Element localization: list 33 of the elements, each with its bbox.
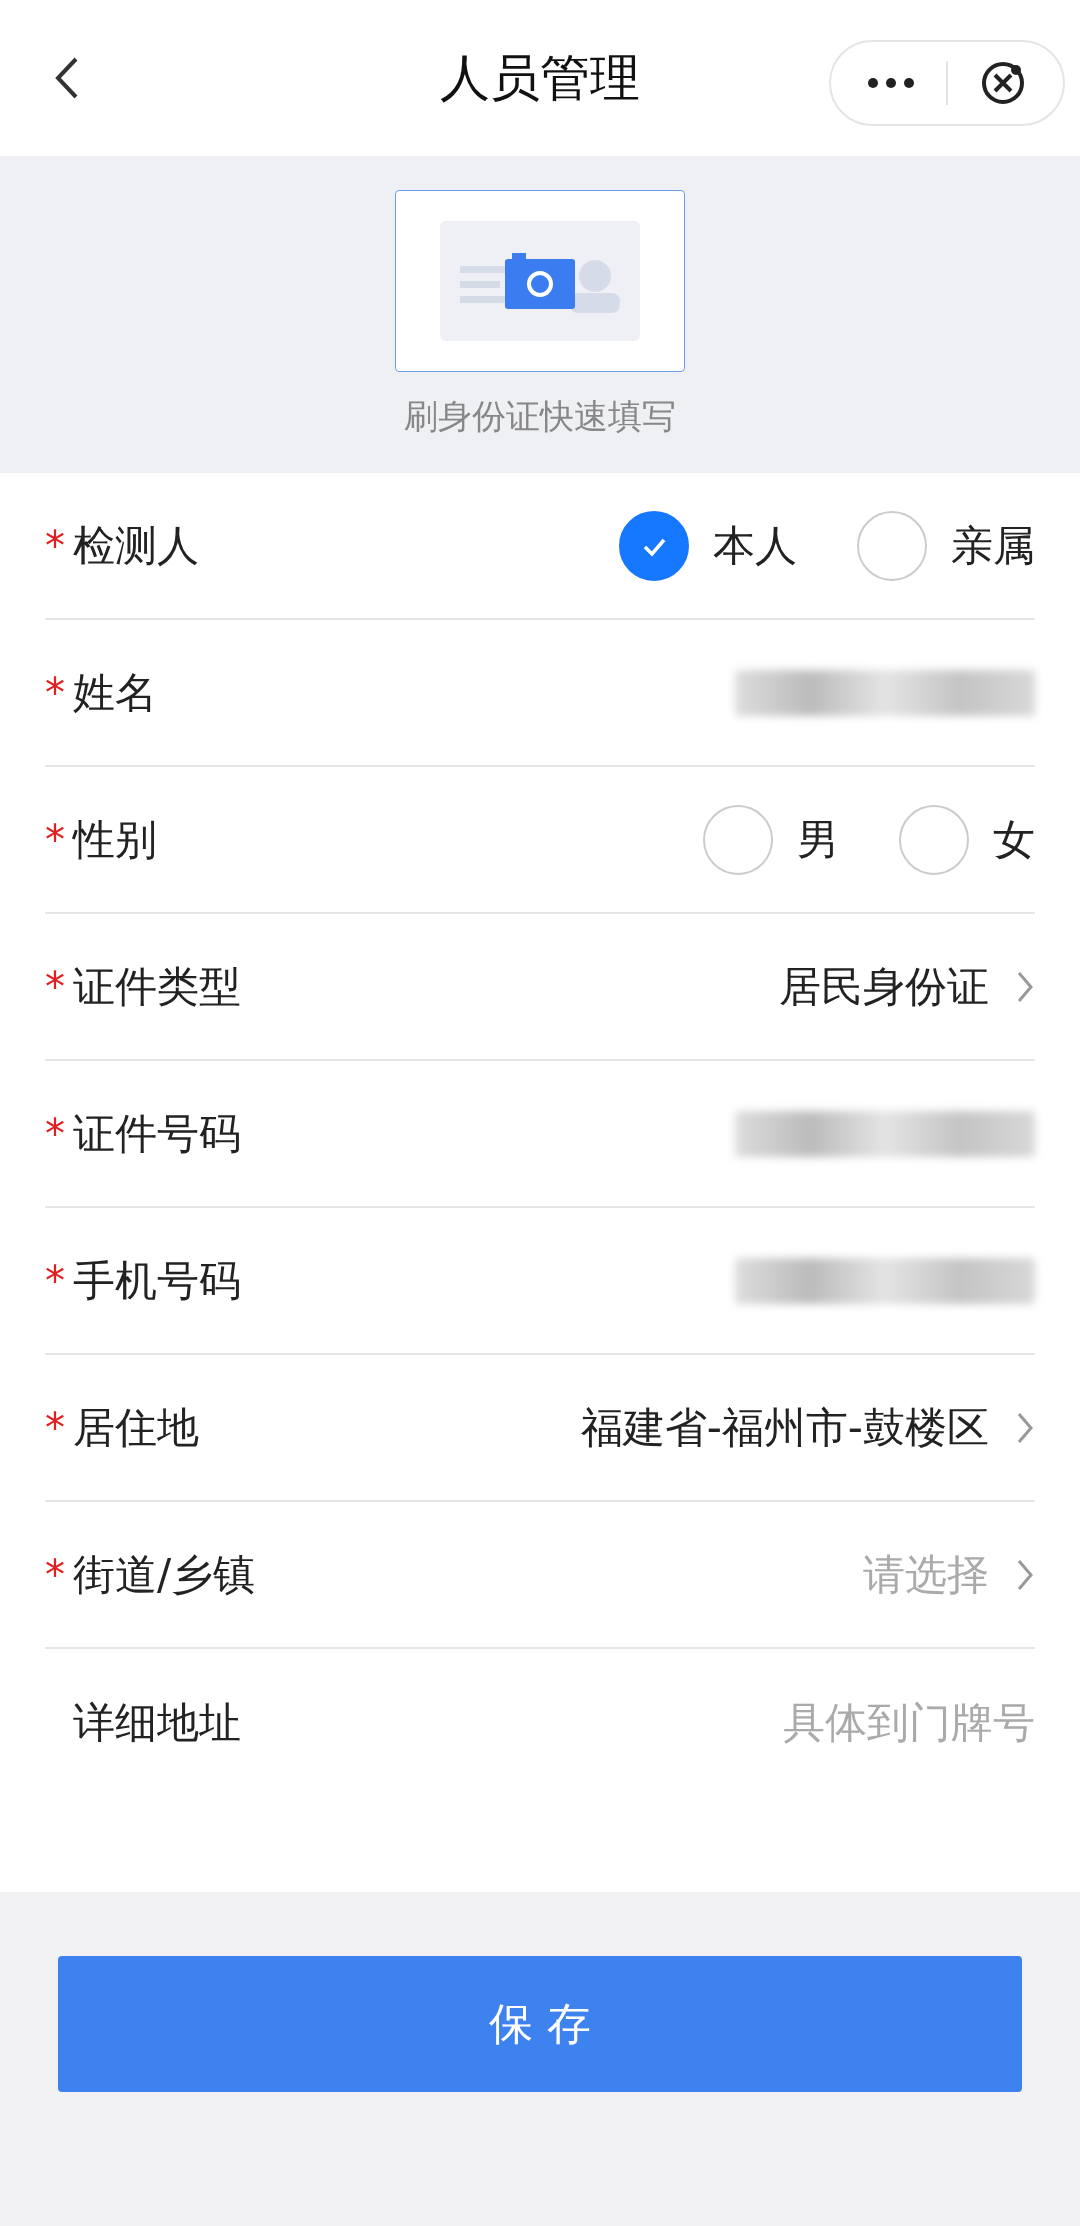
field-label: 检测人 <box>73 519 199 572</box>
required-mark: * <box>45 816 66 863</box>
required-mark: * <box>45 1257 66 1304</box>
radio-button[interactable] <box>857 510 927 581</box>
radio-button[interactable] <box>899 804 969 875</box>
option-label: 亲属 <box>951 519 1035 572</box>
more-icon[interactable] <box>866 76 916 90</box>
required-mark: * <box>45 963 66 1010</box>
required-mark: * <box>45 1404 66 1451</box>
option-label: 女 <box>993 813 1035 866</box>
field-label: 姓名 <box>73 666 157 719</box>
field-label: 街道/乡镇 <box>73 1548 256 1601</box>
required-mark: * <box>45 669 66 716</box>
field-label: 详细地址 <box>73 1696 241 1749</box>
field-label: 证件号码 <box>73 1107 241 1160</box>
field-label: 居住地 <box>73 1401 199 1454</box>
field-label: 手机号码 <box>73 1254 241 1307</box>
select-value[interactable]: 福建省-福州市-鼓楼区 <box>580 1399 989 1456</box>
radio-button[interactable] <box>703 804 773 875</box>
save-button[interactable]: 保 存 <box>58 1956 1022 2092</box>
scan-caption: 刷身份证快速填写 <box>404 395 676 438</box>
required-mark: * <box>45 1110 66 1157</box>
field-label: 证件类型 <box>73 960 241 1013</box>
field-label: 性别 <box>73 813 157 866</box>
option-label: 男 <box>797 813 839 866</box>
required-mark: * <box>45 522 66 569</box>
option-label: 本人 <box>713 519 797 572</box>
required-mark: * <box>45 1551 66 1598</box>
input-field[interactable]: 具体到门牌号 <box>615 1698 1035 1747</box>
id-card-scan-button[interactable] <box>395 190 685 372</box>
page-title: 人员管理 <box>440 47 640 109</box>
select-value[interactable]: 居民身份证 <box>779 958 989 1015</box>
camera-card-icon <box>440 221 640 341</box>
